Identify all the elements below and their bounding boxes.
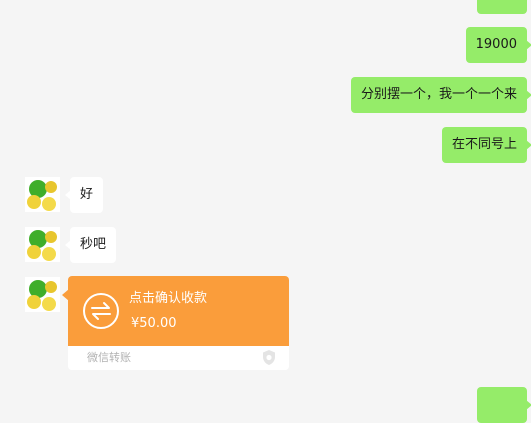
- chat-message-list[interactable]: 19000 分别摆一个，我一个一个来 在不同号上 好 秒吧 点击确认收款 ¥50…: [0, 0, 531, 423]
- transfer-card-header[interactable]: 点击确认收款 ¥50.00: [68, 276, 289, 346]
- outgoing-message[interactable]: 19000: [465, 27, 531, 63]
- shield-icon: [263, 350, 275, 365]
- avatar-image-icon: [25, 277, 60, 312]
- outgoing-message[interactable]: 分别摆一个，我一个一个来: [350, 77, 531, 113]
- message-text: 秒吧: [80, 237, 107, 252]
- transfer-card-footer: 微信转账: [68, 346, 289, 370]
- transfer-amount: ¥50.00: [131, 316, 177, 331]
- incoming-message[interactable]: 好: [64, 177, 104, 213]
- outgoing-message[interactable]: [477, 387, 531, 423]
- transfer-title: 点击确认收款: [129, 291, 208, 306]
- outgoing-message[interactable]: [477, 0, 531, 14]
- transfer-card[interactable]: 点击确认收款 ¥50.00 微信转账: [68, 276, 289, 370]
- avatar-image-icon: [25, 227, 60, 262]
- message-text: 19000: [475, 37, 517, 52]
- incoming-message[interactable]: 秒吧: [64, 227, 117, 263]
- avatar[interactable]: [25, 277, 60, 312]
- avatar[interactable]: [25, 177, 60, 212]
- message-text: 在不同号上: [451, 137, 517, 152]
- avatar-image-icon: [25, 177, 60, 212]
- message-text: 好: [80, 187, 94, 202]
- transfer-arrows-icon: [83, 293, 119, 329]
- outgoing-message[interactable]: 在不同号上: [441, 127, 531, 163]
- message-text: 分别摆一个，我一个一个来: [360, 87, 517, 102]
- avatar[interactable]: [25, 227, 60, 262]
- transfer-footer-label: 微信转账: [87, 351, 131, 364]
